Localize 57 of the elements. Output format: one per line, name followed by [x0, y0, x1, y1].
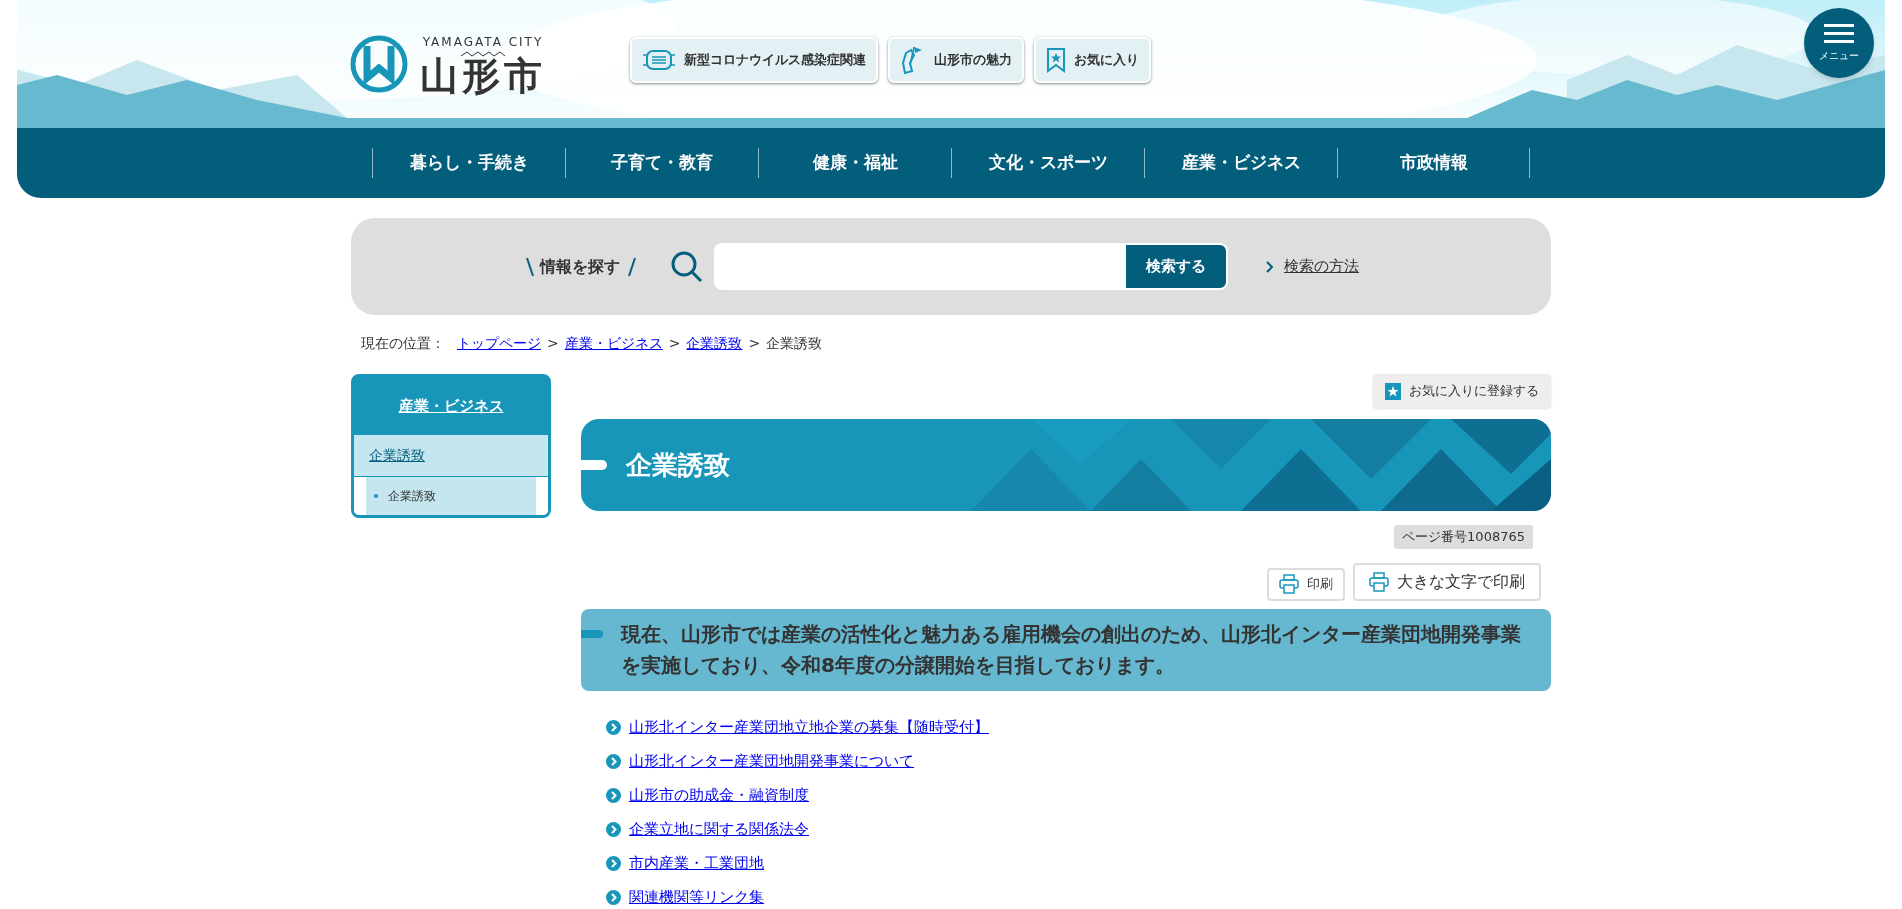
- nav-item[interactable]: 健康・福祉: [758, 148, 951, 178]
- search-help-link[interactable]: 検索の方法: [1284, 255, 1359, 278]
- chevron-circle-icon: [606, 856, 621, 871]
- wave-icon: [461, 51, 505, 57]
- breadcrumb-link[interactable]: トップページ: [457, 333, 541, 354]
- search-label: 情報を探す: [540, 255, 620, 278]
- breadcrumb-link[interactable]: 産業・ビジネス: [564, 333, 663, 354]
- menu-icon: [1824, 23, 1854, 44]
- chevron-circle-icon: [606, 720, 621, 735]
- chevron-icon: [1266, 260, 1274, 273]
- lead-text: 現在、山形市では産業の活性化と魅力ある雇用機会の創出のため、山形北インター産業団地開発事業を実施しており、令和8年度の分譲開始を目指しております。: [621, 620, 1522, 679]
- printer-icon: [1369, 571, 1389, 592]
- content-link[interactable]: 山形北インター産業団地立地企業の募集【随時受付】: [629, 716, 989, 739]
- content-link[interactable]: 市内産業・工業団地: [629, 852, 764, 875]
- search-icon: [670, 249, 704, 284]
- search-button[interactable]: 検索する: [1124, 243, 1228, 290]
- slash-icon: [628, 256, 636, 277]
- add-favorite-button[interactable]: お気に入りに登録する: [1373, 374, 1551, 408]
- logo-text[interactable]: 山形市: [420, 57, 546, 95]
- header-link-button[interactable]: 新型コロナウイルス感染症関連: [630, 37, 878, 83]
- page-title: 企業誘致: [626, 448, 730, 482]
- content-link[interactable]: 山形市の助成金・融資制度: [629, 784, 809, 807]
- nav-item[interactable]: 文化・スポーツ: [951, 148, 1144, 178]
- breadcrumb-label: 現在の位置：: [361, 334, 445, 353]
- chevron-circle-icon: [606, 754, 621, 769]
- mask-icon: [642, 49, 676, 71]
- printer-icon: [1279, 574, 1299, 594]
- content-link[interactable]: 関連機関等リンク集: [629, 886, 764, 909]
- sidebar-item[interactable]: 企業誘致: [369, 445, 425, 466]
- header-link-button[interactable]: お気に入り: [1034, 37, 1151, 83]
- chevron-circle-icon: [606, 822, 621, 837]
- chevron-circle-icon: [606, 788, 621, 803]
- logo-subtitle: YAMAGATA CITY: [422, 34, 544, 51]
- star-bookmark-icon: [1046, 47, 1066, 73]
- breadcrumb-link[interactable]: 企業誘致: [686, 333, 743, 354]
- print-button[interactable]: 大きな文字で印刷: [1353, 562, 1541, 601]
- nav-item[interactable]: 暮らし・手続き: [372, 148, 565, 178]
- page-number: ページ番号1008765: [1394, 525, 1533, 549]
- chevron-circle-icon: [606, 890, 621, 905]
- star-bookmark-icon: [1385, 382, 1401, 400]
- bullet-icon: [374, 494, 378, 498]
- nav-item[interactable]: 産業・ビジネス: [1144, 148, 1337, 178]
- content-link[interactable]: 山形北インター産業団地開発事業について: [629, 750, 914, 773]
- breadcrumb-separator: >: [668, 334, 681, 353]
- breadcrumb-separator: >: [748, 334, 761, 353]
- slash-icon: [526, 256, 534, 277]
- header-link-button[interactable]: 山形市の魅力: [888, 37, 1024, 83]
- breadcrumb-current: 企業誘致: [766, 334, 823, 353]
- search-field[interactable]: [714, 243, 1124, 290]
- print-button[interactable]: 印刷: [1267, 567, 1345, 601]
- breadcrumb-separator: >: [547, 334, 559, 353]
- nav-item[interactable]: 市政情報: [1337, 148, 1530, 178]
- title-accent-bar: [581, 460, 607, 470]
- content-link[interactable]: 企業立地に関する関係法令: [629, 818, 809, 841]
- lead-accent-bar: [581, 629, 603, 638]
- nav-item[interactable]: 子育て・教育: [565, 148, 758, 178]
- sidebar-subitem[interactable]: 企業誘致: [388, 487, 436, 505]
